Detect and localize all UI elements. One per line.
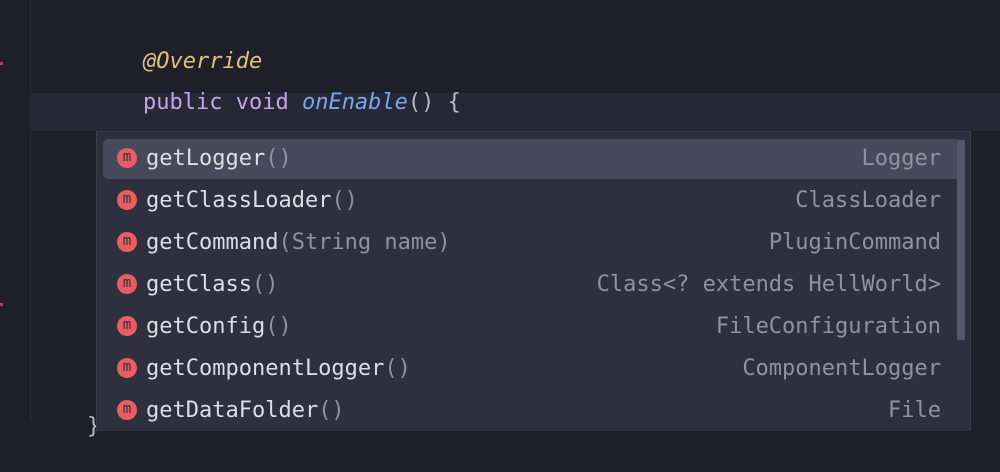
completion-return-type: PluginCommand: [768, 230, 941, 255]
method-icon: m: [117, 358, 137, 378]
method-icon-letter: m: [122, 191, 132, 207]
completion-item-label: getLogger(): [146, 144, 292, 174]
completion-item[interactable]: m getClass() Class<? extends HellWorld>: [103, 265, 961, 305]
completion-return-type: ClassLoader: [795, 188, 941, 213]
completion-signature: (): [384, 356, 411, 381]
completion-signature: (): [265, 314, 292, 339]
completion-signature: (): [265, 146, 292, 171]
completion-method-name: getComponentLogger: [146, 356, 385, 381]
completion-item[interactable]: m getClassLoader() ClassLoader: [103, 181, 961, 221]
autocomplete-popup[interactable]: m getLogger() Logger m getClassLoader() Class…: [96, 131, 971, 431]
completion-item-label: getDataFolder(): [146, 396, 345, 426]
method-icon-letter: m: [122, 401, 132, 417]
completion-signature: (): [318, 398, 345, 423]
gutter-separator: [30, 0, 31, 421]
void-keyword: void: [235, 90, 289, 115]
method-icon-letter: m: [122, 359, 132, 375]
completion-item[interactable]: m getLogger() Logger: [103, 139, 961, 179]
completion-item-label: getConfig(): [146, 312, 292, 342]
completion-signature: (String name): [278, 230, 451, 255]
method-icon-letter: m: [122, 275, 132, 291]
completion-signature: (): [251, 272, 279, 297]
method-icon: m: [117, 274, 137, 294]
completion-item[interactable]: m getDataFolder() File: [103, 391, 961, 431]
completion-return-type: FileConfiguration: [715, 314, 941, 339]
method-icon: m: [117, 232, 137, 252]
completion-item-label: getClassLoader(): [146, 186, 358, 216]
code-line-closing[interactable]: }: [34, 382, 100, 472]
method-name: onEnable: [301, 90, 408, 115]
completion-item[interactable]: m getCommand(String name) PluginCommand: [103, 223, 961, 263]
completion-return-type: File: [888, 398, 941, 423]
completion-item-label: getComponentLogger(): [146, 354, 411, 384]
method-icon-letter: m: [122, 317, 132, 333]
method-icon-letter: m: [122, 149, 132, 165]
method-icon: m: [117, 190, 137, 210]
completion-return-type: ComponentLogger: [742, 356, 941, 381]
completion-item-label: getCommand(String name): [146, 228, 451, 258]
completion-item[interactable]: m getConfig() FileConfiguration: [103, 307, 961, 347]
completion-method-name: getClass: [146, 272, 252, 297]
completion-method-name: getClassLoader: [146, 188, 332, 213]
autocomplete-scrollbar[interactable]: [957, 140, 965, 340]
method-icon: m: [117, 148, 137, 168]
completion-method-name: getConfig: [146, 314, 266, 339]
method-icon-letter: m: [122, 233, 132, 249]
method-icon: m: [117, 400, 137, 420]
gutter-marker: [0, 303, 3, 306]
completion-method-name: getDataFolder: [146, 398, 319, 423]
completion-return-type: Logger: [861, 146, 941, 171]
completion-return-type: Class<? extends HellWorld>: [596, 272, 941, 297]
completion-item-label: getClass(): [146, 270, 278, 300]
method-params-brace: () {: [407, 90, 461, 115]
method-icon: m: [117, 316, 137, 336]
completion-method-name: getLogger: [146, 146, 266, 171]
completion-signature: (): [331, 188, 358, 213]
completion-method-name: getCommand: [146, 230, 279, 255]
completion-item[interactable]: m getComponentLogger() ComponentLogger: [103, 349, 961, 389]
gutter-marker: [0, 62, 3, 65]
